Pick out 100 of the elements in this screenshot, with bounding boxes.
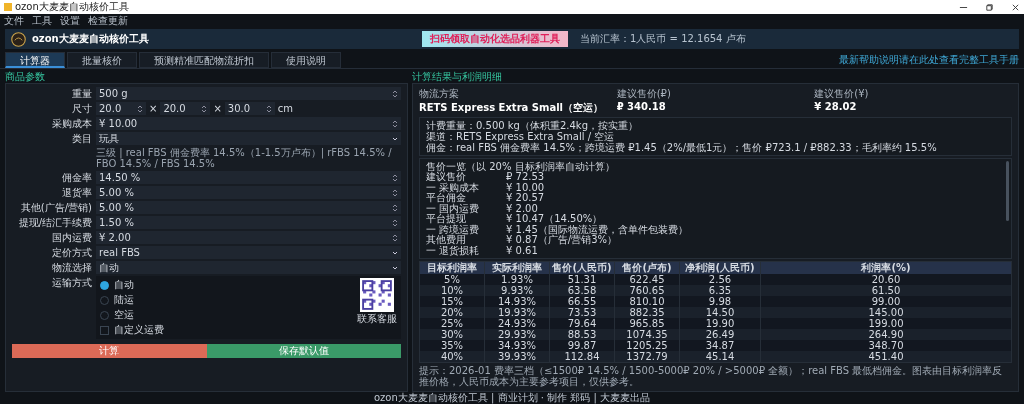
column-header: 利润率(%) <box>860 262 912 274</box>
table-cell-text: 99.00 <box>870 296 902 307</box>
tab[interactable]: 使用说明 <box>271 51 341 68</box>
summary-label: 建议售价(¥) <box>814 87 870 101</box>
restore-icon[interactable] <box>985 2 994 12</box>
spinner-icon[interactable] <box>392 202 398 213</box>
input-field[interactable]: 5.00 % <box>96 186 401 199</box>
menu-item[interactable]: 检查更新 <box>88 13 128 28</box>
breakdown-label: 其他费用 <box>426 235 467 246</box>
footnote: 提示：2026-01 费率三档（≤1500₽ 14.5% / 1500-5000₽ 20% / >5000₽ 全额）；real FBS 最低档佣金。图表由目标利润率反推价格，人民币成本为主要参考项目，仅供参考。 <box>419 365 1004 387</box>
breakdown-value: ¥ 2.00 <box>506 203 538 214</box>
spinner-icon[interactable] <box>392 88 398 99</box>
input-field[interactable]: 20.0 <box>96 102 146 115</box>
table-cell-text: 61.50 <box>870 285 902 296</box>
input-field[interactable]: 500 g <box>96 87 401 100</box>
spinner-icon[interactable] <box>392 217 398 228</box>
breakdown-value: ¥ 0.61 <box>506 245 538 256</box>
app-title: ozon大麦麦自动核价工具 <box>32 32 149 46</box>
times-sign: × <box>213 103 222 114</box>
caret-icon[interactable] <box>392 136 398 141</box>
input-field[interactable]: 20.0 <box>160 102 211 115</box>
table-cell: 112.84 <box>550 351 615 362</box>
field-label: 定价方式 <box>51 245 92 260</box>
breakdown-label: 一 国内运费 <box>426 203 481 214</box>
field-label: 其他(广告/营销) <box>19 200 92 215</box>
summary-label: 物流方案 <box>419 87 460 101</box>
breakdown-value: ¥ 1.45（国际物流运费，含单件包装费） <box>506 224 688 235</box>
breakdown-label: 一 退货损耗 <box>426 245 481 256</box>
qr-caption: 联系客服 <box>357 312 397 326</box>
info-line: 佣金：real FBS 佣金费率 14.5%；跨境运费 ₽1.45（2%/最低1元）；售价 ₽723.1 / ₽882.33；毛利率约 15.5% <box>426 142 938 153</box>
summary-value: RETS Express Extra Small（空运） <box>419 101 605 115</box>
action-button[interactable]: 保存默认值 <box>206 344 401 358</box>
qr-code-icon <box>360 278 394 312</box>
caret-icon[interactable] <box>392 250 398 255</box>
table-cell-text: 20.60 <box>870 274 902 285</box>
logo-icon <box>11 31 26 47</box>
menu-item[interactable]: 工具 <box>32 13 52 28</box>
field-label: 提现/结汇手续费 <box>17 215 92 230</box>
table-cell: 39.93% <box>485 351 550 362</box>
breakdown-label: 平台提现 <box>426 214 467 225</box>
menu-item[interactable]: 设置 <box>60 13 80 28</box>
spinner-icon[interactable] <box>392 172 398 183</box>
table-cell-text: 145.00 <box>867 307 905 318</box>
status-text: ozon大麦麦自动核价工具 | 商业计划 · 制作 郑码 | 大麦麦出品 <box>374 392 650 403</box>
spinner-icon[interactable] <box>392 118 398 129</box>
tab[interactable]: 预测精准匹配物流折扣 <box>139 51 269 68</box>
section-title: 计算结果与利润明细 <box>412 71 503 83</box>
dropdown[interactable]: real FBS <box>96 246 401 259</box>
dropdown[interactable]: 自动 <box>96 261 401 274</box>
info-line: 渠道：RETS Express Extra Small / 空运 <box>426 131 615 142</box>
option-label: 自动 <box>114 278 134 292</box>
summary-value: ¥ 28.02 <box>814 101 858 112</box>
table-cell: 1372.79 <box>615 351 680 362</box>
field-label: 类目 <box>71 131 92 146</box>
field-label: 国内运费 <box>51 230 92 245</box>
spinner-icon[interactable] <box>265 103 272 114</box>
radio-button[interactable] <box>100 295 109 305</box>
exchange-rate: 当前汇率：1人民币 = 12.1654 卢布 <box>580 32 746 46</box>
input-field[interactable]: 1.50 % <box>96 216 401 229</box>
commission-info: 三级 | real FBS 佣金费率 14.5%（1-1.5万卢布）| rFBS 14.5% / FBO 14.5% / FBS 14.5% <box>96 147 393 169</box>
option-label: 空运 <box>114 308 134 322</box>
scrollbar[interactable] <box>1006 161 1009 221</box>
input-field[interactable]: 14.50 % <box>96 171 401 184</box>
window-title: ozon大麦麦自动核价工具 <box>15 0 129 14</box>
breakdown-label: 平台佣金 <box>426 193 466 204</box>
section-title: 商品参数 <box>5 71 46 83</box>
radio-button[interactable] <box>100 280 109 290</box>
breakdown-label: 一 采购成本 <box>426 182 481 193</box>
breakdown-value: ¥ 20.57 <box>506 193 545 204</box>
spinner-icon[interactable] <box>392 232 398 243</box>
table-cell-text: 348.70 <box>867 340 905 351</box>
tab[interactable]: 计算器 <box>5 51 65 68</box>
help-link[interactable]: 最新帮助说明请在此处查看完整工具手册 <box>839 52 1019 67</box>
field-label: 退货率 <box>61 185 92 200</box>
app-icon <box>4 3 12 11</box>
field-label: 佣金率 <box>61 170 92 185</box>
tab[interactable]: 批量核价 <box>67 51 137 68</box>
input-field[interactable]: ¥ 10.00 <box>96 117 401 130</box>
spinner-icon[interactable] <box>201 103 208 114</box>
table-cell-text: 199.00 <box>867 318 905 329</box>
field-label: 运输方式 <box>51 276 92 290</box>
breakdown-value: ¥ 0.87（广告/营销3%） <box>506 235 618 246</box>
spinner-icon[interactable] <box>137 103 143 114</box>
input-field[interactable]: 5.00 % <box>96 201 401 214</box>
spinner-icon[interactable] <box>392 187 398 198</box>
input-field[interactable]: 30.0 <box>224 102 275 115</box>
option-label: 自定义运费 <box>114 323 164 337</box>
dropdown[interactable]: 玩具 <box>96 132 401 145</box>
caret-icon[interactable] <box>392 265 398 270</box>
breakdown-label: 一 跨境运费 <box>426 224 481 235</box>
table-cell: 45.14 <box>680 351 761 362</box>
radio-button[interactable] <box>100 310 109 320</box>
summary-value: ₽ 340.18 <box>616 101 667 112</box>
input-field[interactable]: ¥ 2.00 <box>96 231 401 244</box>
checkbox[interactable] <box>100 325 109 335</box>
close-icon[interactable] <box>1011 2 1020 12</box>
breakdown-value: ¥ 10.47（14.50%） <box>506 214 603 224</box>
menu-item[interactable]: 文件 <box>4 13 24 28</box>
info-line: 计费重量：0.500 kg（体积重2.4kg，按实重） <box>426 120 639 131</box>
breakdown-title: 售价一览（以 20% 目标利润率自动计算） <box>426 161 616 172</box>
